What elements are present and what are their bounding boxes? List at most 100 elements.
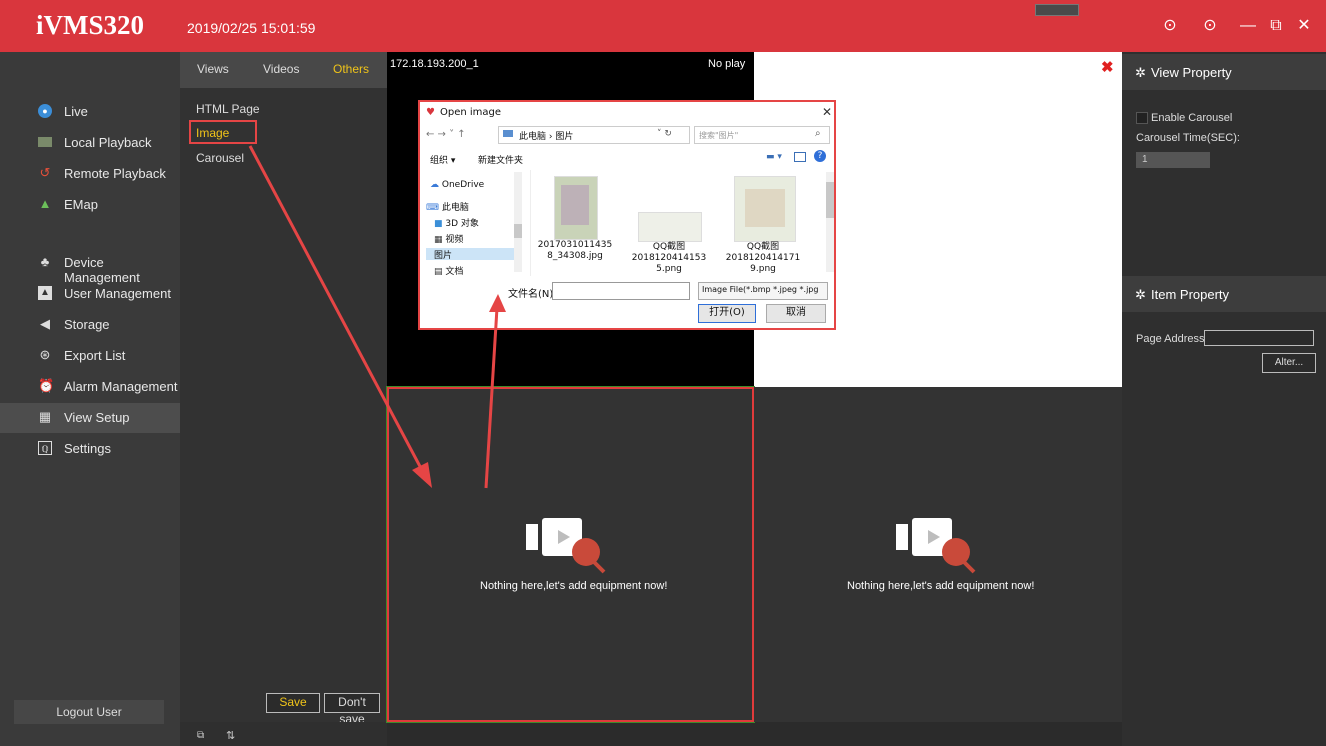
sidebar-item-remote-playback[interactable]: ↺ Remote Playback [0, 159, 180, 189]
sidebar-item-label: Alarm Management [64, 379, 178, 394]
filetype-value: Image File(*.bmp *.jpeg *.jpg [702, 285, 819, 294]
enable-carousel-label: Enable Carousel [1151, 112, 1233, 124]
dialog-app-icon: ♥ [426, 107, 435, 118]
emap-icon: ▲ [38, 196, 52, 211]
file-thumbnail[interactable] [638, 212, 702, 242]
new-folder-button[interactable]: 新建文件夹 [478, 153, 523, 166]
sidebar-item-settings[interactable]: ℚ Settings [0, 434, 180, 464]
sidebar-item-local-playback[interactable]: Local Playback [0, 128, 180, 158]
tree-item-this-pc[interactable]: ⌨ 此电脑 [426, 200, 469, 213]
view-property-title: View Property [1151, 65, 1232, 80]
tree-item-videos[interactable]: ▦ 视频 [434, 232, 463, 245]
preview-pane-icon[interactable] [794, 152, 806, 162]
app-title: iVMS320 [36, 10, 144, 40]
window-layout-icon[interactable]: ⧉ [197, 730, 204, 741]
search-placeholder: 搜索"图片" [699, 131, 739, 140]
info-icon[interactable]: ⊙ [1160, 16, 1180, 36]
title-bar-thumbnail [1035, 4, 1079, 16]
file-name[interactable]: QQ截图 2018120414153 5.png [624, 242, 714, 275]
tree-scrollbar-thumb[interactable] [514, 224, 522, 238]
sidebar-item-label: Export List [64, 348, 126, 363]
logout-button[interactable]: Logout User [14, 700, 164, 724]
list-item-carousel[interactable]: Carousel [196, 151, 244, 165]
tree-item-pictures-selected[interactable]: 图片 [426, 248, 514, 261]
sidebar-item-label: Local Playback [64, 135, 152, 150]
dialog-close-icon[interactable]: ✕ [822, 105, 832, 119]
view-setup-icon: ▦ [38, 409, 52, 424]
sidebar-item-label: Remote Playback [64, 166, 166, 181]
image-highlight-box [189, 120, 257, 144]
sidebar-item-view-setup[interactable]: ▦ View Setup [0, 403, 180, 433]
search-icon: ⌕ [815, 128, 821, 139]
storage-icon: ◀ [40, 316, 50, 331]
alter-button[interactable]: Alter... [1262, 353, 1316, 373]
restore-icon[interactable]: ⧉ [1266, 16, 1286, 36]
search-input[interactable]: 搜索"图片" ⌕ [694, 126, 830, 144]
computer-icon: ⌨ [426, 203, 442, 213]
sidebar-item-label: View Setup [64, 410, 130, 425]
cube-icon: ■ [434, 219, 446, 229]
tree-item-3d-objects[interactable]: ■ 3D 对象 [434, 216, 479, 229]
refresh-icon[interactable]: ˅ ↻ [657, 129, 672, 139]
sidebar-item-label: Live [64, 104, 88, 119]
settings-icon: ℚ [38, 441, 52, 455]
sidebar-item-export-list[interactable]: ⊛ Export List [0, 341, 180, 371]
filetype-select[interactable]: Image File(*.bmp *.jpeg *.jpg [698, 282, 828, 300]
enable-carousel-checkbox[interactable] [1136, 112, 1148, 124]
cancel-button[interactable]: 取消 [766, 304, 826, 323]
sidebar-item-alarm-management[interactable]: ⏰ Alarm Management [0, 372, 180, 402]
tab-videos[interactable]: Videos [263, 62, 299, 76]
filename-label: 文件名(N): [508, 289, 557, 300]
dialog-title: Open image [440, 107, 502, 118]
filename-input[interactable] [552, 282, 690, 300]
camera-placeholder-icon [896, 518, 976, 574]
files-scrollbar[interactable] [826, 172, 834, 272]
sidebar-item-label: User Management [64, 286, 171, 301]
file-thumbnail[interactable] [734, 176, 796, 242]
tree-item-documents[interactable]: ▤ 文档 [434, 264, 463, 277]
file-thumbnail[interactable] [554, 176, 598, 240]
sidebar-item-storage[interactable]: ◀ Storage [0, 310, 180, 340]
sidebar-item-device-management[interactable]: ♣ Device Management [0, 248, 180, 286]
export-icon: ⊛ [39, 347, 51, 362]
close-cell-icon[interactable]: ✖ [1101, 58, 1114, 76]
files-scrollbar-thumb[interactable] [826, 182, 834, 218]
view-options-icon[interactable]: ▬ ▾ [766, 152, 782, 162]
sidebar-item-user-management[interactable]: ▲ User Management [0, 279, 180, 309]
tree-item-onedrive[interactable]: ☁ OneDrive [430, 180, 484, 190]
open-button[interactable]: 打开(O) [698, 304, 756, 323]
tree-scrollbar[interactable] [514, 172, 522, 272]
folder-icon [503, 130, 513, 137]
page-address-label: Page Address: [1136, 333, 1208, 345]
help-icon[interactable]: ⊙ [1200, 16, 1220, 36]
item-property-title: Item Property [1151, 287, 1230, 302]
sidebar-item-live[interactable]: ● Live [0, 97, 180, 127]
local-playback-icon [38, 137, 52, 147]
sidebar-item-emap[interactable]: ▲ EMap [0, 190, 180, 220]
help-icon[interactable]: ? [814, 150, 826, 162]
tab-views[interactable]: Views [197, 62, 229, 76]
organize-button[interactable]: 组织 ▾ [430, 153, 455, 166]
camera-placeholder-icon [526, 518, 606, 574]
user-icon: ▲ [38, 286, 52, 300]
live-icon: ● [38, 104, 52, 118]
sort-icon[interactable]: ⇅ [226, 729, 235, 742]
close-icon[interactable]: ✕ [1294, 16, 1314, 36]
minimize-icon[interactable]: — [1238, 16, 1258, 36]
alarm-icon: ⏰ [38, 378, 55, 393]
page-address-input[interactable] [1204, 330, 1314, 346]
cloud-icon: ☁ [430, 180, 442, 190]
remote-playback-icon: ↺ [39, 165, 51, 180]
list-item-html-page[interactable]: HTML Page [196, 102, 260, 116]
breadcrumb: 此电脑 › 图片 [519, 132, 574, 142]
address-bar[interactable]: 此电脑 › 图片 ˅ ↻ [498, 126, 690, 144]
file-name[interactable]: 2017031011435 8_34308.jpg [530, 240, 620, 262]
dont-save-button[interactable]: Don't save [324, 693, 380, 726]
carousel-time-spinbox[interactable]: 1 [1136, 152, 1210, 168]
save-button[interactable]: Save [266, 693, 320, 713]
file-name[interactable]: QQ截图 2018120414171 9.png [718, 242, 808, 275]
nav-arrows-icon[interactable]: ← → ˅ ↑ [426, 129, 466, 140]
gear-icon: ✲ [1135, 287, 1146, 302]
sidebar-item-label: EMap [64, 197, 98, 212]
tab-others[interactable]: Others [333, 62, 369, 76]
